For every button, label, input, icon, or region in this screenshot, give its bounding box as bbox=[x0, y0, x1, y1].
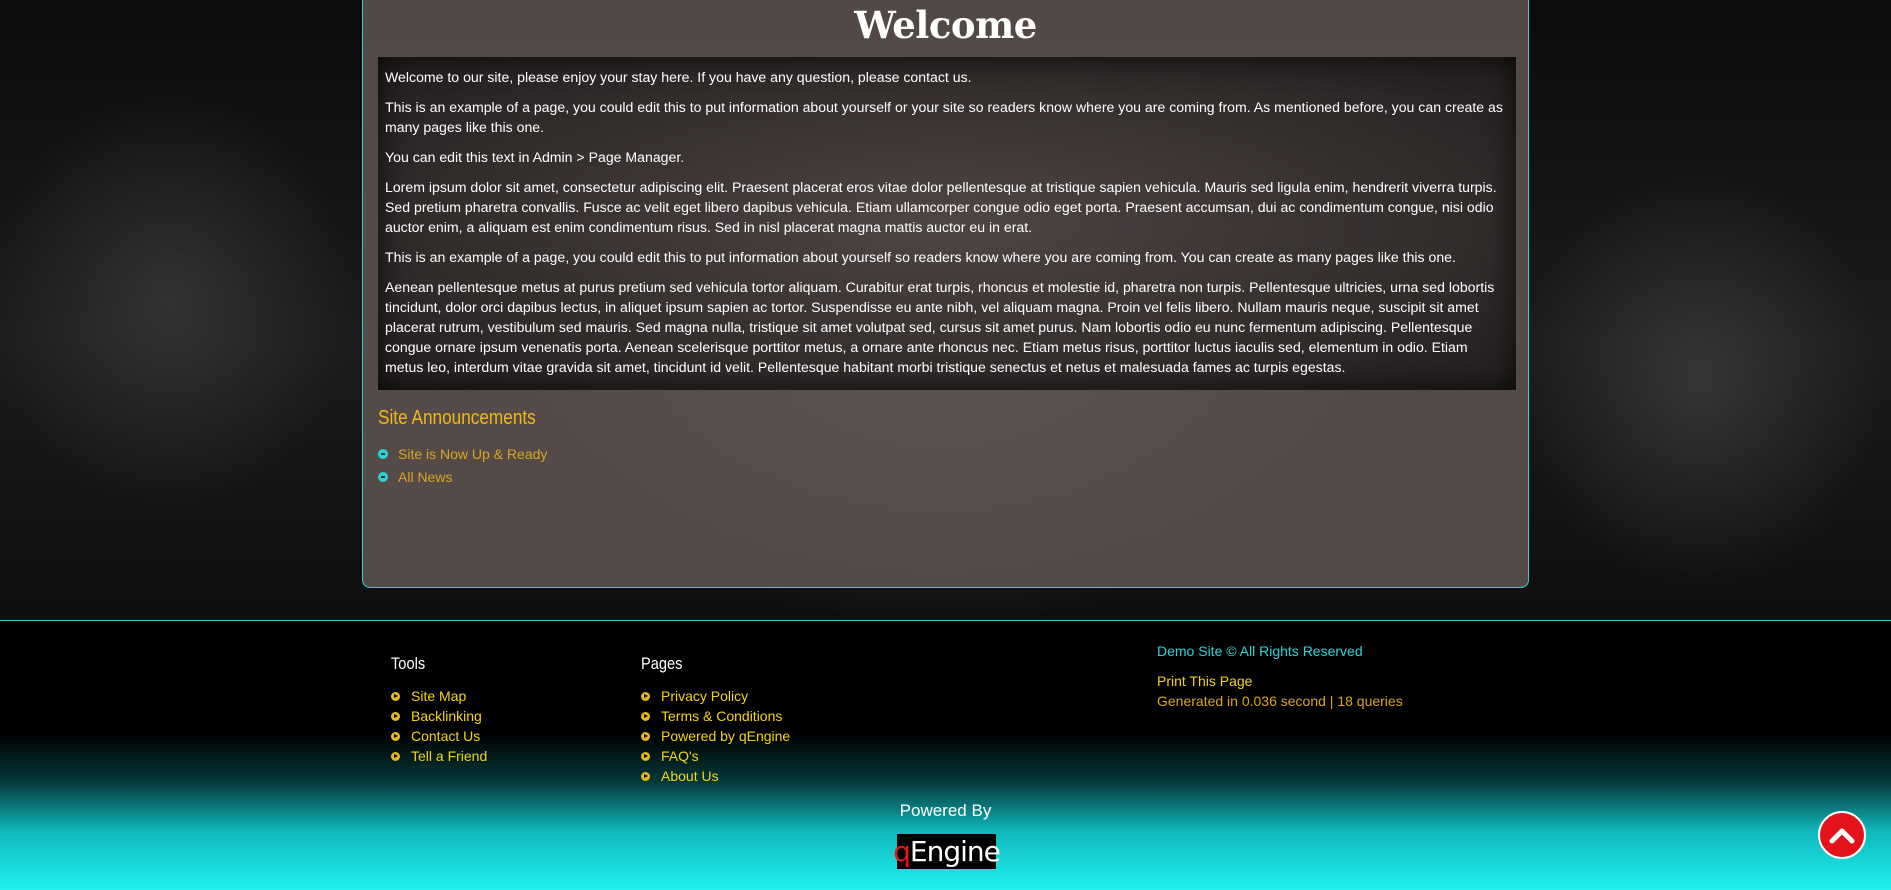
link-label: About Us bbox=[661, 768, 719, 784]
link-label: Privacy Policy bbox=[661, 688, 749, 704]
link-label: Site Map bbox=[411, 688, 467, 704]
chevron-right-icon bbox=[641, 711, 650, 721]
bullet-circle-icon bbox=[378, 448, 388, 459]
footer-link-about-us[interactable]: About Us bbox=[641, 766, 790, 786]
link-label: Backlinking bbox=[411, 708, 482, 724]
content-box: Welcome to our site, please enjoy your s… bbox=[378, 57, 1516, 390]
logo-q: q bbox=[893, 835, 911, 868]
qengine-logo[interactable]: q Engine bbox=[893, 834, 1001, 869]
chevron-right-icon bbox=[391, 751, 400, 761]
paragraph: Aenean pellentesque metus at purus preti… bbox=[385, 279, 1495, 375]
main-content-panel: Welcome Welcome to our site, please enjo… bbox=[362, 0, 1529, 588]
generation-stats: Generated in 0.036 second | 18 queries bbox=[1157, 693, 1403, 709]
print-page-link[interactable]: Print This Page bbox=[1157, 673, 1252, 689]
logo-engine: Engine bbox=[909, 835, 1001, 868]
chevron-right-icon bbox=[641, 771, 650, 781]
footer-link-contact-us[interactable]: Contact Us bbox=[391, 726, 487, 746]
copyright-text: Demo Site © All Rights Reserved bbox=[1157, 643, 1363, 659]
link-label: FAQ's bbox=[661, 748, 699, 764]
paragraph: This is an example of a page, you could … bbox=[385, 99, 1503, 135]
chevron-right-icon bbox=[391, 691, 400, 701]
chevron-right-icon bbox=[641, 751, 650, 761]
announcements-list: Site is Now Up & Ready All News bbox=[378, 442, 547, 488]
scroll-to-top-button[interactable] bbox=[1818, 811, 1866, 859]
all-news-link[interactable]: All News bbox=[378, 465, 547, 488]
link-label: Contact Us bbox=[411, 728, 481, 744]
paragraph: Lorem ipsum dolor sit amet, consectetur … bbox=[385, 179, 1497, 235]
announcements-heading: Site Announcements bbox=[378, 407, 536, 429]
chevron-right-icon bbox=[641, 731, 650, 741]
chevron-right-icon bbox=[391, 731, 400, 741]
bullet-circle-icon bbox=[378, 471, 388, 482]
announcement-label: Site is Now Up & Ready bbox=[398, 445, 548, 462]
tools-heading: Tools bbox=[391, 654, 426, 673]
tools-list: Site Map Backlinking Contact Us Tell a F… bbox=[391, 686, 487, 766]
paragraph: This is an example of a page, you could … bbox=[385, 249, 1456, 265]
powered-by-label: Powered By bbox=[899, 801, 992, 820]
footer-link-powered-by[interactable]: Powered by qEngine bbox=[641, 726, 790, 746]
footer-link-privacy-policy[interactable]: Privacy Policy bbox=[641, 686, 790, 706]
link-label: Terms & Conditions bbox=[661, 708, 783, 724]
footer-link-tell-a-friend[interactable]: Tell a Friend bbox=[391, 746, 487, 766]
footer: Tools Site Map Backlinking Contact Us Te… bbox=[0, 620, 1891, 890]
footer-link-terms[interactable]: Terms & Conditions bbox=[641, 706, 790, 726]
link-label: Powered by qEngine bbox=[661, 728, 791, 744]
announcement-link[interactable]: Site is Now Up & Ready bbox=[378, 442, 547, 465]
footer-link-site-map[interactable]: Site Map bbox=[391, 686, 487, 706]
pages-heading: Pages bbox=[641, 654, 683, 673]
chevron-right-icon bbox=[641, 691, 650, 701]
paragraph: Welcome to our site, please enjoy your s… bbox=[385, 69, 972, 85]
all-news-label: All News bbox=[398, 468, 453, 485]
footer-link-faq[interactable]: FAQ's bbox=[641, 746, 790, 766]
chevron-up-icon bbox=[1829, 828, 1855, 844]
footer-link-backlinking[interactable]: Backlinking bbox=[391, 706, 487, 726]
link-label: Tell a Friend bbox=[411, 748, 488, 764]
paragraph: You can edit this text in Admin > Page M… bbox=[385, 149, 685, 165]
pages-list: Privacy Policy Terms & Conditions Powere… bbox=[641, 686, 790, 786]
page-title: Welcome bbox=[854, 3, 1037, 47]
chevron-right-icon bbox=[391, 711, 400, 721]
